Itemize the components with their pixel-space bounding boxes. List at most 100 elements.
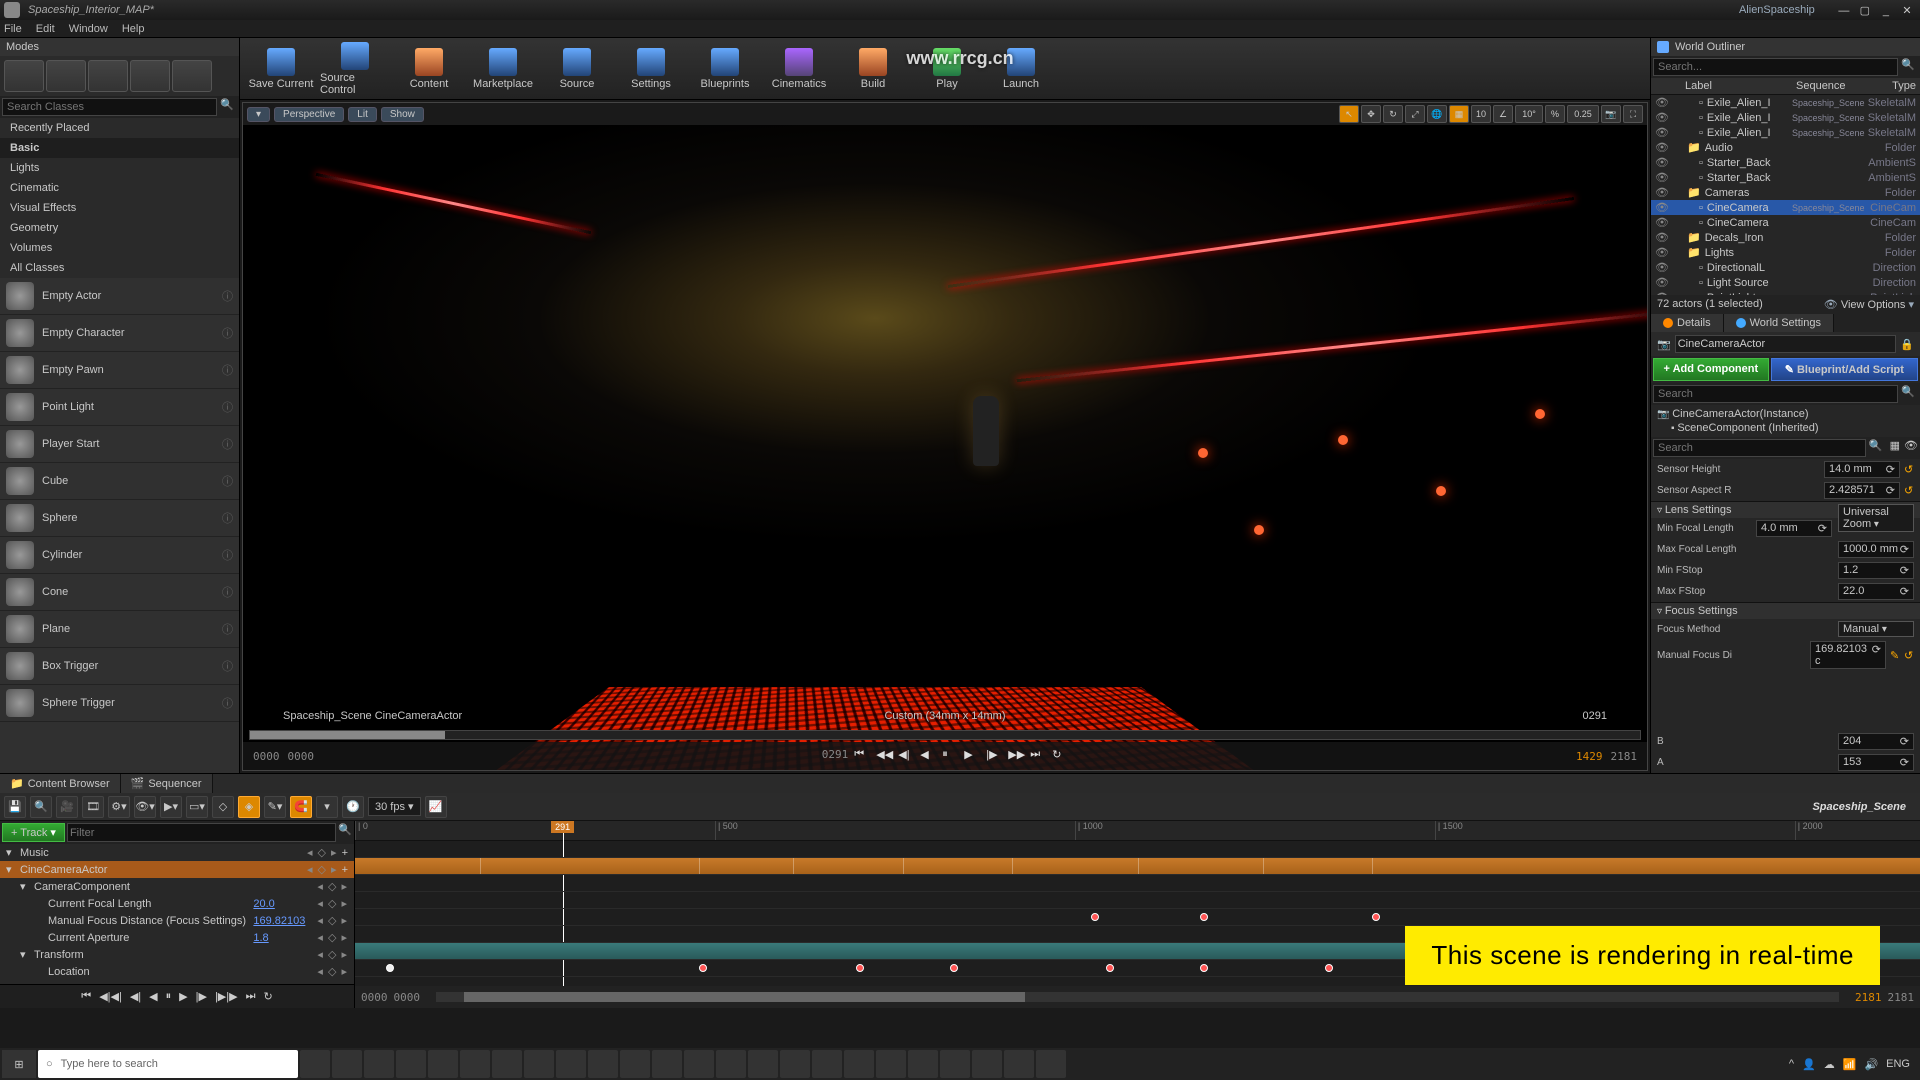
toolbar-settings[interactable]: Settings: [616, 41, 686, 97]
eye-icon[interactable]: 👁: [1655, 276, 1667, 289]
track-row[interactable]: Manual Focus Distance (Focus Settings)16…: [0, 912, 354, 929]
actor-sphere-trigger[interactable]: Sphere Triggerⓘ: [0, 685, 239, 722]
coord-space-icon[interactable]: 🌐: [1427, 105, 1447, 123]
toolbar-source[interactable]: Source: [542, 41, 612, 97]
tray-up-icon[interactable]: ^: [1789, 1058, 1794, 1070]
play-pause-icon[interactable]: ⏸: [942, 748, 958, 764]
actor-empty-character[interactable]: Empty Characterⓘ: [0, 315, 239, 352]
pick-icon[interactable]: ✎: [1890, 649, 1900, 662]
track-row[interactable]: Current Focal Length20.0◂ ◇ ▸: [0, 895, 354, 912]
viewport-perspective[interactable]: Perspective: [274, 107, 344, 122]
menu-edit[interactable]: Edit: [36, 23, 55, 35]
frame-fwd-icon[interactable]: |▶: [986, 748, 1002, 764]
outliner-row[interactable]: 👁▫DirectionalLDirection: [1651, 260, 1920, 275]
track-row[interactable]: ▾Music◂ ◇ ▸+: [0, 844, 354, 861]
taskbar-app-icon[interactable]: [972, 1050, 1002, 1078]
minimize-button[interactable]: —: [1835, 5, 1853, 17]
outliner-row[interactable]: 👁▫Exile_Alien_ISpaceship_SceneSkeletalM: [1651, 110, 1920, 125]
taskbar-app-icon[interactable]: [652, 1050, 682, 1078]
snap-angle-value[interactable]: 10°: [1515, 105, 1543, 123]
to-end-icon[interactable]: ⏭: [246, 990, 256, 1003]
time-ruler[interactable]: | 0| 500| 1000| 1500| 2000: [355, 821, 1920, 841]
actor-point-light[interactable]: Point Lightⓘ: [0, 389, 239, 426]
keyframe-controls[interactable]: ◂ ◇ ▸: [317, 897, 348, 910]
eye-icon[interactable]: 👁: [1655, 156, 1667, 169]
tray-volume-icon[interactable]: 🔊: [1864, 1058, 1878, 1071]
eye-icon[interactable]: 👁: [1655, 126, 1667, 139]
actor-box-trigger[interactable]: Box Triggerⓘ: [0, 648, 239, 685]
menu-window[interactable]: Window: [69, 23, 108, 35]
tray-cloud-icon[interactable]: ☁: [1824, 1058, 1835, 1071]
close-button[interactable]: ✕: [1898, 4, 1916, 17]
color-a-input[interactable]: 153⟳: [1838, 754, 1914, 771]
camera-speed-icon[interactable]: 📷: [1601, 105, 1621, 123]
taskbar-app-icon[interactable]: [748, 1050, 778, 1078]
system-tray[interactable]: ^ 👤 ☁ 📶 🔊 ENG: [1789, 1058, 1918, 1071]
to-start-icon[interactable]: ⏮: [854, 748, 870, 764]
max-fstop-input[interactable]: 22.0⟳: [1838, 583, 1914, 600]
add-section-icon[interactable]: +: [342, 864, 348, 876]
fps-dropdown[interactable]: 30 fps ▾: [368, 797, 421, 816]
tab-sequencer[interactable]: 🎬Sequencer: [121, 774, 213, 793]
info-icon[interactable]: ⓘ: [222, 436, 233, 452]
range-start1[interactable]: 0000: [361, 991, 388, 1004]
track-row[interactable]: ▾CameraComponent◂ ◇ ▸: [0, 878, 354, 895]
sensor-height-input[interactable]: 14.0 mm⟳: [1824, 461, 1900, 478]
min-fstop-input[interactable]: 1.2⟳: [1838, 562, 1914, 579]
outliner-tree[interactable]: 👁▫Exile_Alien_ISpaceship_SceneSkeletalM👁…: [1651, 95, 1920, 295]
menu-file[interactable]: File: [4, 23, 22, 35]
mode-foliage-icon[interactable]: [130, 60, 170, 92]
add-track-button[interactable]: + Track ▾: [2, 823, 65, 842]
track-row[interactable]: ▾CineCameraActor◂ ◇ ▸+: [0, 861, 354, 878]
cat-basic[interactable]: Basic: [0, 138, 239, 158]
expand-icon[interactable]: ▾: [6, 863, 16, 876]
outliner-row[interactable]: 👁▫Light SourceDirection: [1651, 275, 1920, 290]
focus-method-dropdown[interactable]: Manual ▾: [1838, 621, 1914, 637]
lens-settings-header[interactable]: ▿ Lens Settings Universal Zoom ▾: [1651, 501, 1920, 518]
add-section-icon[interactable]: +: [342, 847, 348, 859]
keyframe-controls[interactable]: ◂ ◇ ▸: [317, 914, 348, 927]
range-start2[interactable]: 0000: [394, 991, 421, 1004]
color-b-input[interactable]: 204⟳: [1838, 733, 1914, 750]
maximize-button[interactable]: ▢: [1856, 4, 1874, 17]
step-fwd-icon[interactable]: |▶|▶: [215, 990, 238, 1003]
search-icon[interactable]: 🔍: [1898, 58, 1918, 76]
taskbar-app-icon[interactable]: [908, 1050, 938, 1078]
sensor-aspect-input[interactable]: 2.428571⟳: [1824, 482, 1900, 499]
info-icon[interactable]: ⓘ: [222, 288, 233, 304]
outliner-row[interactable]: 👁📁AudioFolder: [1651, 140, 1920, 155]
root-component[interactable]: 📷 CineCameraActor(Instance): [1657, 407, 1914, 421]
taskbar-app-icon[interactable]: [716, 1050, 746, 1078]
range-end1[interactable]: 2181: [1855, 991, 1882, 1004]
snap-grid-toggle[interactable]: ▦: [1449, 105, 1469, 123]
tab-world-settings[interactable]: World Settings: [1724, 314, 1834, 332]
keyframe-controls[interactable]: ◂ ◇ ▸: [317, 931, 348, 944]
snap-grid-value[interactable]: 10: [1471, 105, 1491, 123]
eye-icon[interactable]: 👁: [1655, 111, 1667, 124]
outliner-row[interactable]: 👁▫CineCameraCineCam: [1651, 215, 1920, 230]
cat-recently-placed[interactable]: Recently Placed: [0, 118, 239, 138]
outliner-row[interactable]: 👁▫Exile_Alien_ISpaceship_SceneSkeletalM: [1651, 95, 1920, 110]
lens-preset-dropdown[interactable]: Universal Zoom ▾: [1838, 504, 1914, 532]
outliner-row[interactable]: 👁📁CamerasFolder: [1651, 185, 1920, 200]
mode-landscape-icon[interactable]: [88, 60, 128, 92]
snap-angle-toggle[interactable]: ∠: [1493, 105, 1513, 123]
cat-lights[interactable]: Lights: [0, 158, 239, 178]
reset-icon[interactable]: ↺: [1904, 484, 1914, 497]
viewport-lit[interactable]: Lit: [348, 107, 377, 122]
info-icon[interactable]: ⓘ: [222, 584, 233, 600]
frame-back-icon[interactable]: ◀|: [898, 748, 914, 764]
outliner-row[interactable]: 👁▫CineCameraSpaceship_SceneCineCam: [1651, 200, 1920, 215]
outliner-tab[interactable]: World Outliner: [1651, 38, 1920, 56]
taskbar-app-icon[interactable]: [1004, 1050, 1034, 1078]
keyframe-controls[interactable]: ◂ ◇ ▸: [307, 846, 338, 859]
snap-scale-value[interactable]: 0.25: [1567, 105, 1599, 123]
eye-icon[interactable]: 👁: [1655, 261, 1667, 274]
to-end-icon[interactable]: ⏭: [1030, 748, 1046, 764]
eye-icon[interactable]: 👁: [1655, 186, 1667, 199]
info-icon[interactable]: ⓘ: [222, 325, 233, 341]
eye-icon[interactable]: 👁: [1655, 201, 1667, 214]
cat-cinematic[interactable]: Cinematic: [0, 178, 239, 198]
actor-player-start[interactable]: Player Startⓘ: [0, 426, 239, 463]
render-icon[interactable]: 🎥: [56, 796, 78, 818]
